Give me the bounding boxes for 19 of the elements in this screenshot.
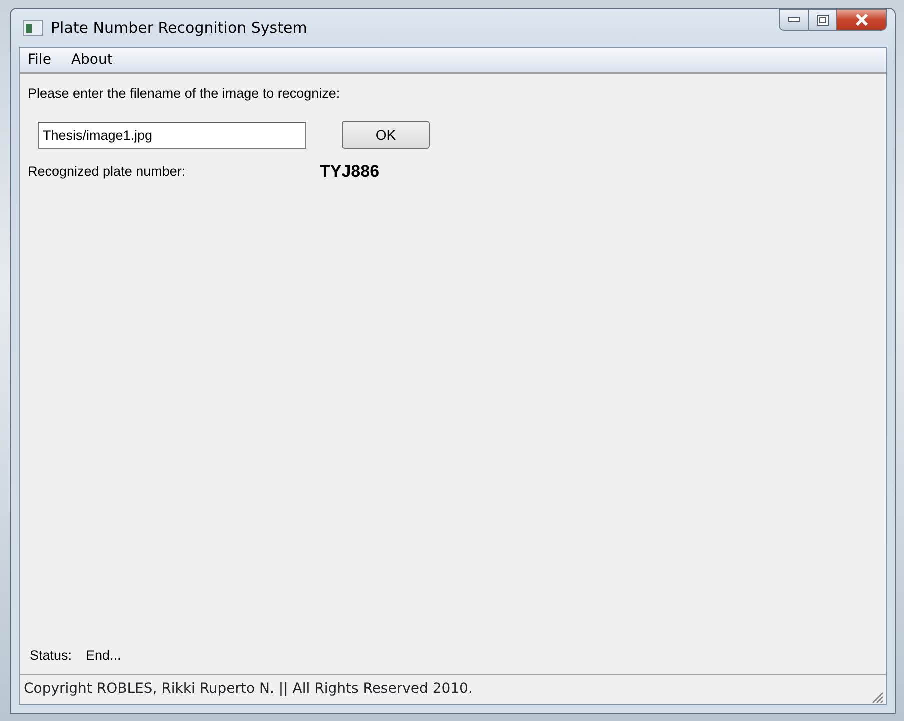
prompt-text: Please enter the filename of the image to recognize:	[28, 85, 342, 103]
minimize-button[interactable]	[779, 9, 809, 31]
minimize-icon	[788, 17, 800, 23]
ok-button[interactable]: OK	[342, 121, 430, 150]
app-icon	[23, 20, 43, 36]
close-button[interactable]	[837, 9, 887, 31]
maximize-button[interactable]	[809, 9, 837, 31]
result-label: Recognized plate number:	[28, 162, 187, 181]
status-label: Status:	[30, 646, 72, 665]
copyright-text: Copyright ROBLES, Rikki Ruperto N. || All Rights Reserved 2010.	[24, 680, 473, 699]
menu-item[interactable]: File	[26, 50, 54, 70]
maximize-icon	[816, 14, 828, 26]
plate-number: TYJ886	[320, 161, 380, 184]
resize-grip-icon[interactable]	[870, 690, 884, 704]
status-value: End...	[86, 646, 122, 665]
close-icon	[854, 14, 868, 26]
window-title: Plate Number Recognition System	[51, 18, 308, 39]
menu-item[interactable]: About	[69, 50, 115, 70]
filename-field[interactable]: Thesis/image1.jpg	[38, 122, 306, 149]
